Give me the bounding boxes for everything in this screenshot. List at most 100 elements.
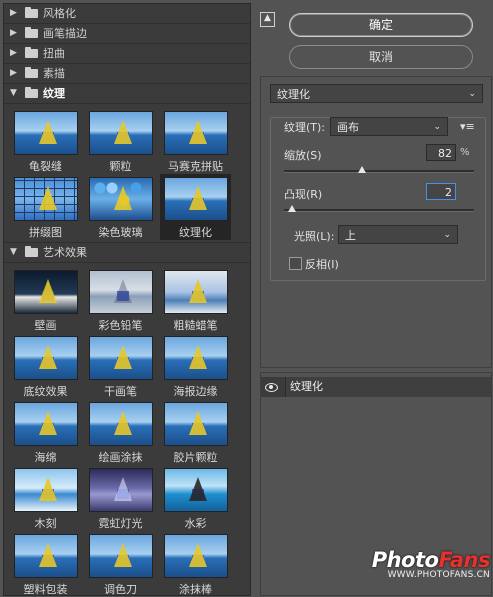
relief-slider-track[interactable] [284, 209, 474, 212]
filter-thumbnail[interactable]: 纹理化 [160, 174, 231, 240]
thumbnail-image [13, 270, 78, 314]
chevron-right-icon: ▶ [10, 28, 17, 38]
category-collapsed[interactable]: ▶ 风格化 [4, 4, 250, 24]
thumbnail-image [13, 468, 78, 512]
thumbnail-label: 胶片颗粒 [173, 451, 218, 464]
category-texture[interactable]: ▼ 纹理 [4, 84, 250, 104]
folder-open-icon [25, 246, 38, 257]
thumbnail-image [88, 336, 153, 380]
thumbnail-image [13, 336, 78, 380]
thumbnail-image [88, 468, 153, 512]
filter-thumbnail[interactable]: 干画笔 [85, 333, 156, 399]
thumbnail-label: 纹理化 [179, 226, 212, 239]
scaling-slider-track[interactable] [284, 170, 474, 173]
filter-select[interactable]: 纹理化 ⌄ [270, 84, 483, 103]
filter-thumbnail[interactable]: 海报边缘 [160, 333, 231, 399]
cancel-button[interactable]: 取消 [289, 45, 473, 69]
filter-thumbnail[interactable]: 涂抹棒 [160, 531, 231, 595]
folder-icon [25, 27, 38, 38]
scaling-input[interactable]: 82 [426, 144, 456, 161]
filter-thumbnail[interactable]: 塑料包装 [10, 531, 81, 596]
texture-thumbnails: 龟裂缝 颗粒 马赛克拼贴拼缀图 染色玻璃 纹理化 [4, 104, 250, 242]
chevron-right-icon: ▶ [10, 8, 17, 18]
effect-layer-row[interactable]: 纹理化 [261, 377, 491, 397]
category-collapsed[interactable]: ▶ 素描 [4, 64, 250, 84]
filter-thumbnail[interactable]: 马赛克拼贴 [160, 108, 231, 174]
texture-label: 纹理(T): [284, 121, 326, 134]
texture-menu-icon[interactable]: ▾≡ [460, 120, 475, 133]
thumbnail-image [13, 534, 78, 578]
relief-label: 凸现(R) [284, 188, 323, 201]
category-collapsed[interactable]: ▶ 画笔描边 [4, 24, 250, 44]
filter-thumbnail[interactable]: 彩色铅笔 [85, 267, 156, 333]
thumbnail-image [88, 534, 153, 578]
folder-icon [25, 7, 38, 18]
filter-thumbnail[interactable]: 粗糙蜡笔 [160, 267, 231, 333]
thumbnail-label: 染色玻璃 [98, 226, 143, 239]
dialog-buttons: ▲ 确定 取消 [257, 8, 490, 74]
relief-input[interactable]: 2 [426, 183, 456, 200]
artistic-thumbnails: 壁画 彩色铅笔 粗糙蜡笔底纹效果 干画笔 海报边缘海绵 绘画涂抹 胶片颗粒木刻 霓虹灯光 水彩塑… [4, 263, 250, 596]
filter-thumbnail[interactable]: 霓虹灯光 [85, 465, 156, 531]
filter-thumbnail[interactable]: 拼缀图 [10, 174, 81, 240]
thumbnail-image [163, 111, 228, 155]
thumbnail-image [88, 402, 153, 446]
filter-thumbnail[interactable]: 水彩 [160, 465, 231, 531]
thumbnail-image [163, 336, 228, 380]
filter-thumbnail[interactable]: 调色刀 [85, 531, 156, 596]
collapse-gallery-icon[interactable]: ▲ [260, 12, 275, 27]
effect-layer-name: 纹理化 [285, 377, 491, 397]
thumbnail-label: 底纹效果 [23, 385, 68, 398]
filter-thumbnail[interactable]: 底纹效果 [10, 333, 81, 399]
chevron-down-icon: ▼ [10, 247, 17, 257]
thumbnail-image [13, 111, 78, 155]
thumbnail-image [163, 402, 228, 446]
chevron-down-icon: ⌄ [443, 230, 451, 240]
thumbnail-image [88, 270, 153, 314]
thumbnail-label: 塑料包装 [23, 583, 68, 596]
chevron-right-icon: ▶ [10, 48, 17, 58]
texture-select[interactable]: 画布 ⌄ [330, 117, 448, 136]
thumbnail-label: 霓虹灯光 [98, 517, 143, 530]
ok-button[interactable]: 确定 [289, 13, 473, 37]
thumbnail-label: 颗粒 [109, 160, 132, 173]
thumbnail-label: 海报边缘 [173, 385, 218, 398]
filter-thumbnail[interactable]: 胶片颗粒 [160, 399, 231, 465]
watermark-logo: PhotoFans [371, 548, 491, 572]
filter-thumbnail[interactable]: 龟裂缝 [10, 108, 81, 174]
thumbnail-label: 壁画 [34, 319, 57, 332]
filter-thumbnail[interactable]: 木刻 [10, 465, 81, 531]
thumbnail-label: 水彩 [184, 517, 207, 530]
filter-thumbnail[interactable]: 染色玻璃 [85, 174, 156, 240]
filter-gallery-panel: ▶ 风格化 ▶ 画笔描边 ▶ 扭曲 ▶ 素描 ▼ 纹理 龟裂缝 颗粒 马赛克拼贴拼缀图 染色玻璃 纹理… [3, 3, 251, 596]
watermark: PhotoFans WWW.PHOTOFANS.CN [355, 548, 491, 593]
category-artistic[interactable]: ▼ 艺术效果 [4, 242, 250, 263]
thumbnail-label: 绘画涂抹 [98, 451, 143, 464]
scaling-slider-knob[interactable] [357, 166, 366, 173]
invert-checkbox[interactable] [289, 257, 302, 270]
category-collapsed[interactable]: ▶ 扭曲 [4, 44, 250, 64]
light-label: 光照(L): [294, 230, 335, 243]
thumbnail-label: 彩色铅笔 [98, 319, 143, 332]
eye-icon[interactable] [261, 377, 281, 397]
filter-thumbnail[interactable]: 壁画 [10, 267, 81, 333]
chevron-right-icon: ▶ [10, 68, 17, 78]
thumbnail-image [163, 534, 228, 578]
light-select[interactable]: 上 ⌄ [338, 225, 458, 244]
thumbnail-image [163, 177, 228, 221]
folder-icon [25, 67, 38, 78]
thumbnail-image [163, 468, 228, 512]
thumbnail-image [13, 402, 78, 446]
folder-open-icon [25, 87, 38, 98]
scaling-unit: % [460, 147, 470, 158]
filter-thumbnail[interactable]: 海绵 [10, 399, 81, 465]
filter-thumbnail[interactable]: 颗粒 [85, 108, 156, 174]
thumbnail-label: 调色刀 [104, 583, 137, 596]
chevron-down-icon: ▼ [10, 88, 17, 98]
chevron-down-icon: ⌄ [433, 122, 441, 132]
relief-slider-knob[interactable] [287, 205, 296, 212]
scaling-label: 缩放(S) [284, 149, 322, 162]
thumbnail-label: 拼缀图 [29, 226, 62, 239]
filter-thumbnail[interactable]: 绘画涂抹 [85, 399, 156, 465]
thumbnail-image [163, 270, 228, 314]
